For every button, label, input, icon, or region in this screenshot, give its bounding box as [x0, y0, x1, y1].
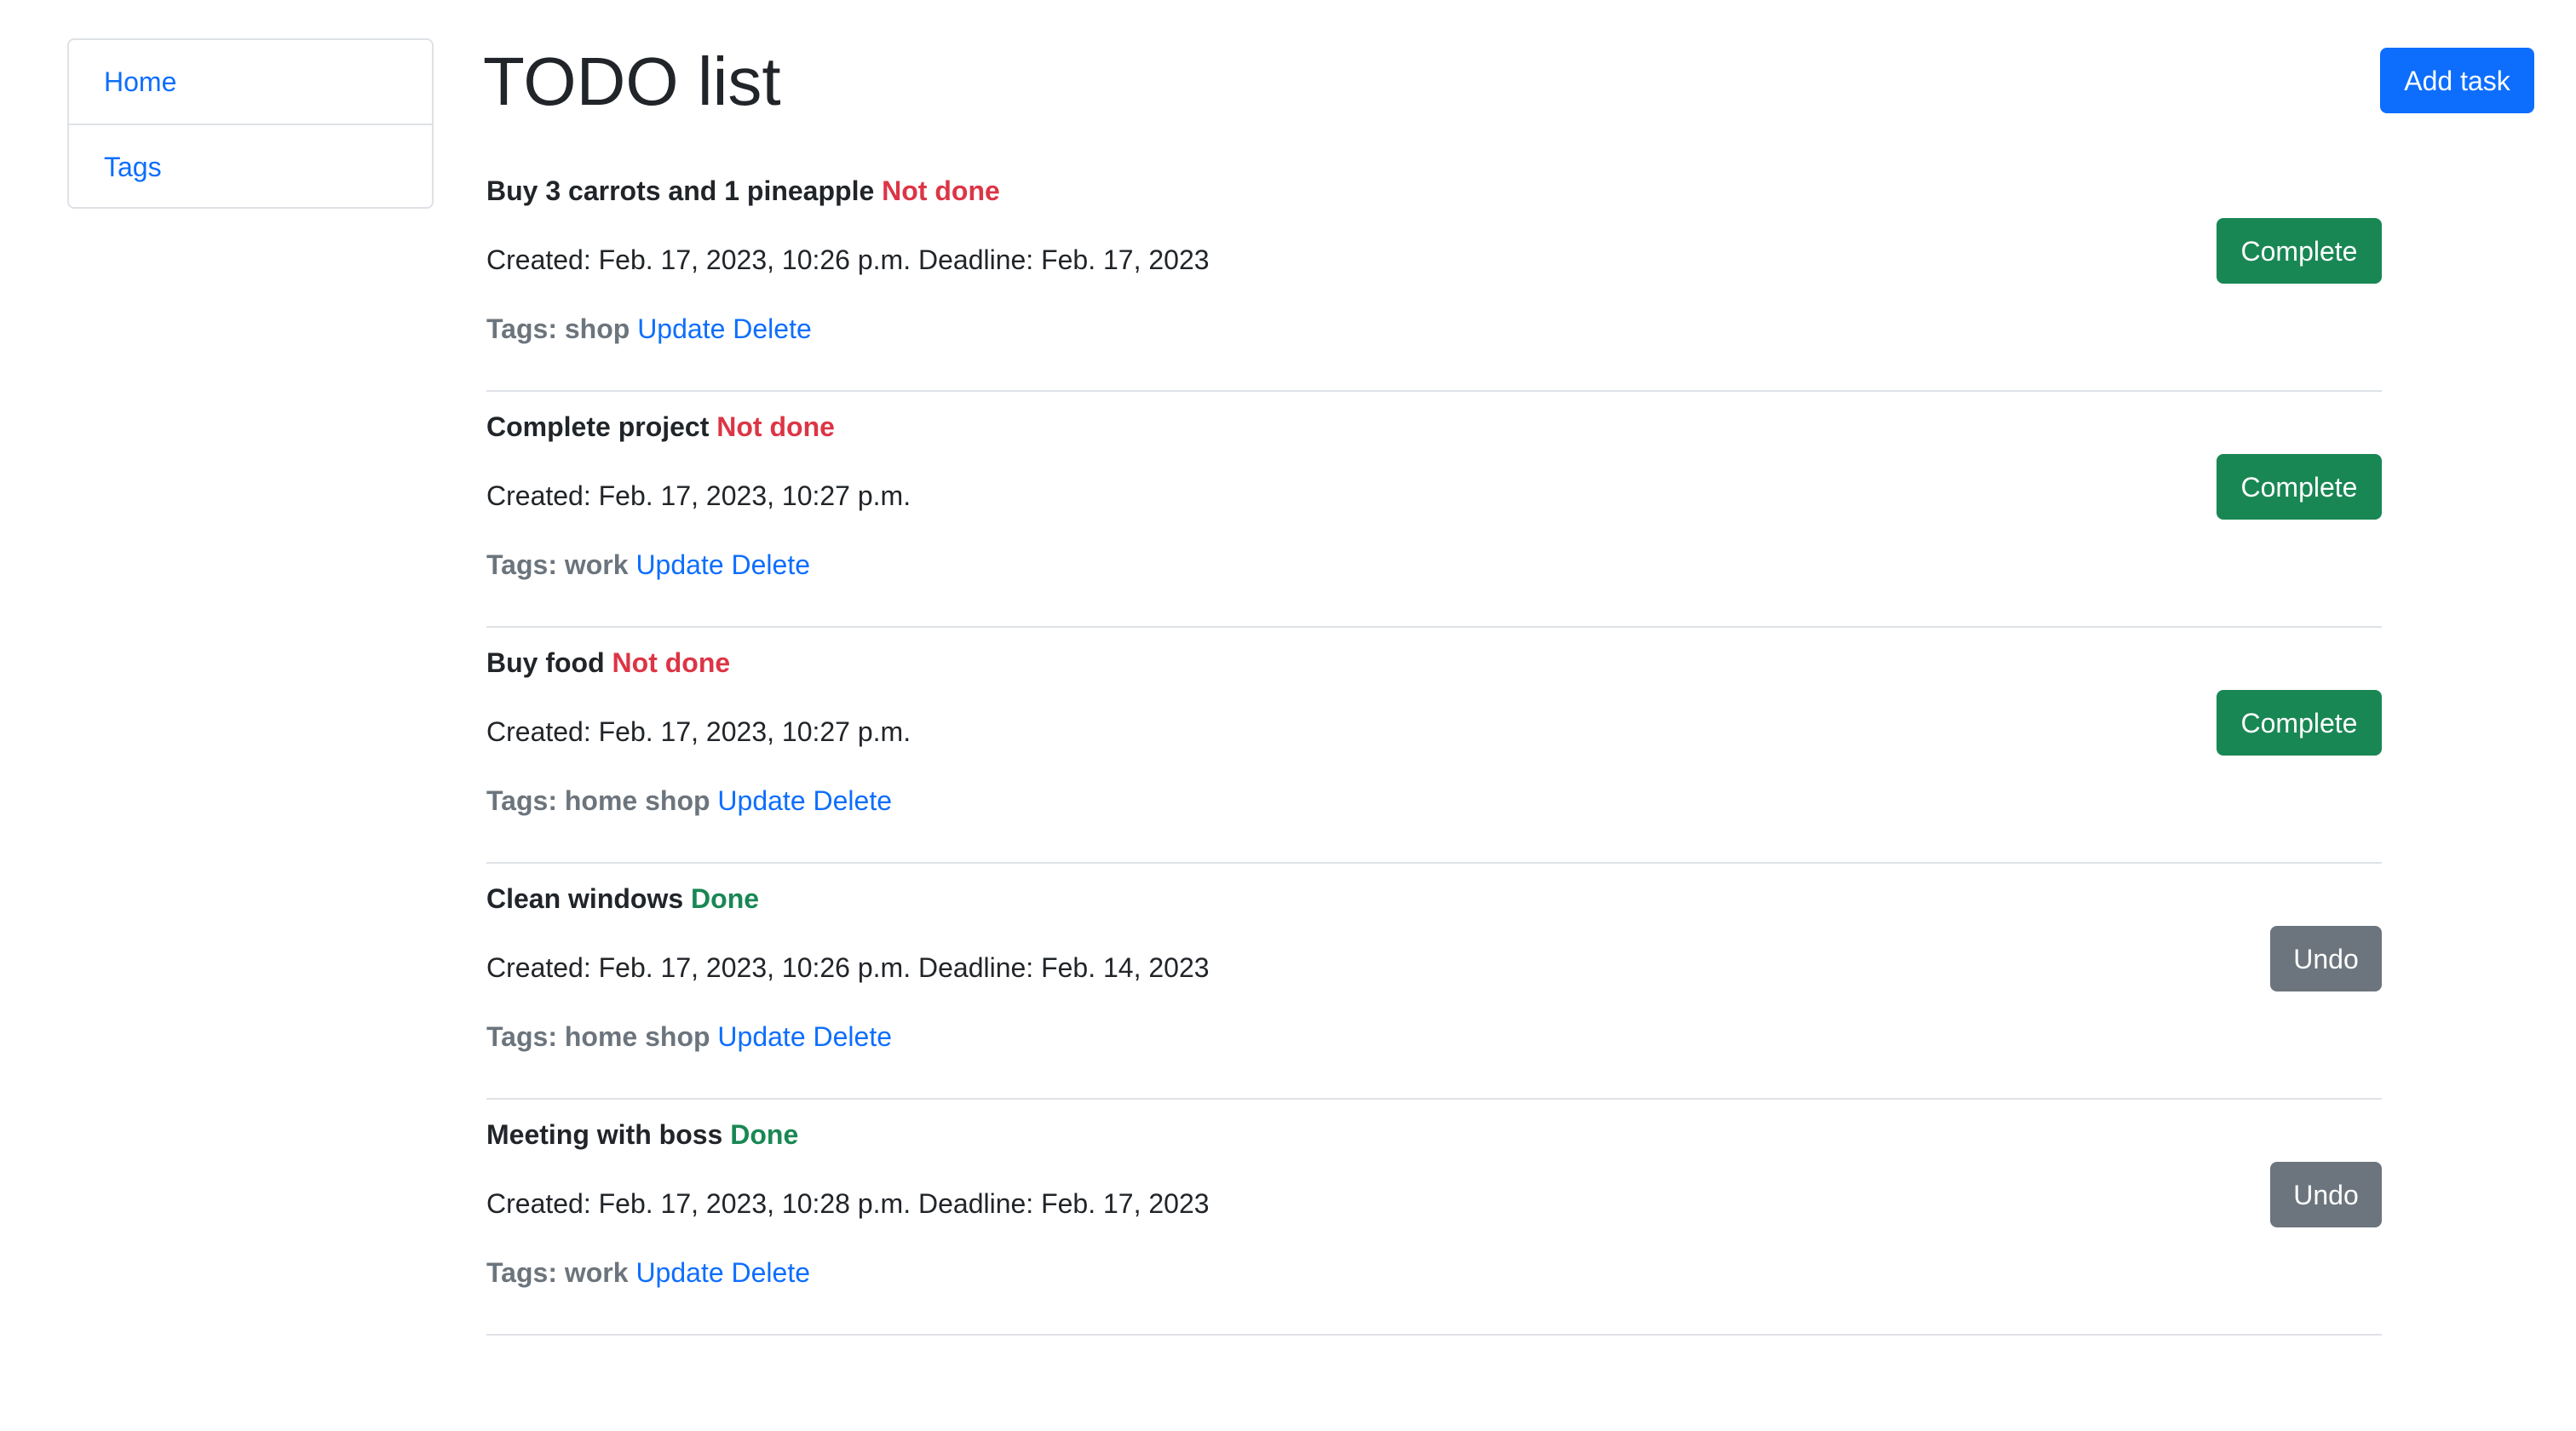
update-link[interactable]: Update — [635, 549, 723, 580]
task-title-line: Clean windows Done — [486, 880, 759, 917]
task-dates: Created: Feb. 17, 2023, 10:26 p.m. Deadl… — [486, 244, 1210, 275]
complete-button[interactable]: Complete — [2217, 454, 2382, 520]
task-title: Buy food — [486, 647, 605, 678]
tags-label: Tags: — [486, 1021, 557, 1052]
task-tags: shop — [564, 313, 630, 344]
tags-label: Tags: — [486, 1257, 557, 1288]
tags-label: Tags: — [486, 785, 557, 816]
update-link[interactable]: Update — [717, 785, 805, 816]
task-tags-line: Tags: work Update Delete — [486, 546, 810, 583]
task-title-line: Buy food Not done — [486, 644, 730, 681]
update-link[interactable]: Update — [637, 313, 725, 344]
task-status: Not done — [612, 647, 731, 678]
delete-link[interactable]: Delete — [814, 785, 893, 816]
task-status: Not done — [882, 175, 1000, 206]
update-link[interactable]: Update — [717, 1021, 805, 1052]
add-task-button[interactable]: Add task — [2380, 48, 2534, 113]
task-title: Clean windows — [486, 883, 684, 914]
update-link[interactable]: Update — [635, 1257, 723, 1288]
task-title: Complete project — [486, 411, 710, 442]
task-status: Done — [730, 1119, 799, 1150]
task-title-line: Buy 3 carrots and 1 pineapple Not done — [486, 172, 1000, 210]
task-tags: home shop — [564, 1021, 710, 1052]
task-item: Buy 3 carrots and 1 pineapple Not done C… — [486, 156, 2382, 392]
task-title: Meeting with boss — [486, 1119, 723, 1150]
page-title: TODO list — [483, 43, 781, 119]
undo-button[interactable]: Undo — [2270, 926, 2382, 991]
sidebar-item-home[interactable]: Home — [69, 40, 432, 124]
task-dates: Created: Feb. 17, 2023, 10:27 p.m. — [486, 716, 911, 747]
task-status: Done — [691, 883, 760, 914]
sidebar-item-tags[interactable]: Tags — [69, 124, 432, 207]
task-dates: Created: Feb. 17, 2023, 10:28 p.m. Deadl… — [486, 1188, 1210, 1219]
task-status: Not done — [716, 411, 835, 442]
task-tags: work — [564, 1257, 629, 1288]
task-tags-line: Tags: shop Update Delete — [486, 310, 812, 348]
tags-label: Tags: — [486, 549, 557, 580]
delete-link[interactable]: Delete — [732, 549, 811, 580]
task-dates: Created: Feb. 17, 2023, 10:27 p.m. — [486, 480, 911, 511]
task-title-line: Complete project Not done — [486, 408, 835, 445]
task-tags: home shop — [564, 785, 710, 816]
task-tags: work — [564, 549, 629, 580]
task-item: Clean windows Done Created: Feb. 17, 202… — [486, 864, 2382, 1100]
complete-button[interactable]: Complete — [2217, 218, 2382, 284]
task-tags-line: Tags: home shop Update Delete — [486, 1018, 892, 1055]
delete-link[interactable]: Delete — [814, 1021, 893, 1052]
task-item: Meeting with boss Done Created: Feb. 17,… — [486, 1100, 2382, 1336]
task-title: Buy 3 carrots and 1 pineapple — [486, 175, 875, 206]
task-title-line: Meeting with boss Done — [486, 1116, 798, 1153]
delete-link[interactable]: Delete — [733, 313, 812, 344]
sidebar: Home Tags — [67, 38, 434, 209]
task-dates: Created: Feb. 17, 2023, 10:26 p.m. Deadl… — [486, 952, 1210, 983]
task-tags-line: Tags: home shop Update Delete — [486, 782, 892, 819]
task-item: Buy food Not done Created: Feb. 17, 2023… — [486, 628, 2382, 864]
complete-button[interactable]: Complete — [2217, 690, 2382, 756]
undo-button[interactable]: Undo — [2270, 1162, 2382, 1227]
task-tags-line: Tags: work Update Delete — [486, 1254, 810, 1291]
tags-label: Tags: — [486, 313, 557, 344]
delete-link[interactable]: Delete — [732, 1257, 811, 1288]
task-item: Complete project Not done Created: Feb. … — [486, 392, 2382, 628]
